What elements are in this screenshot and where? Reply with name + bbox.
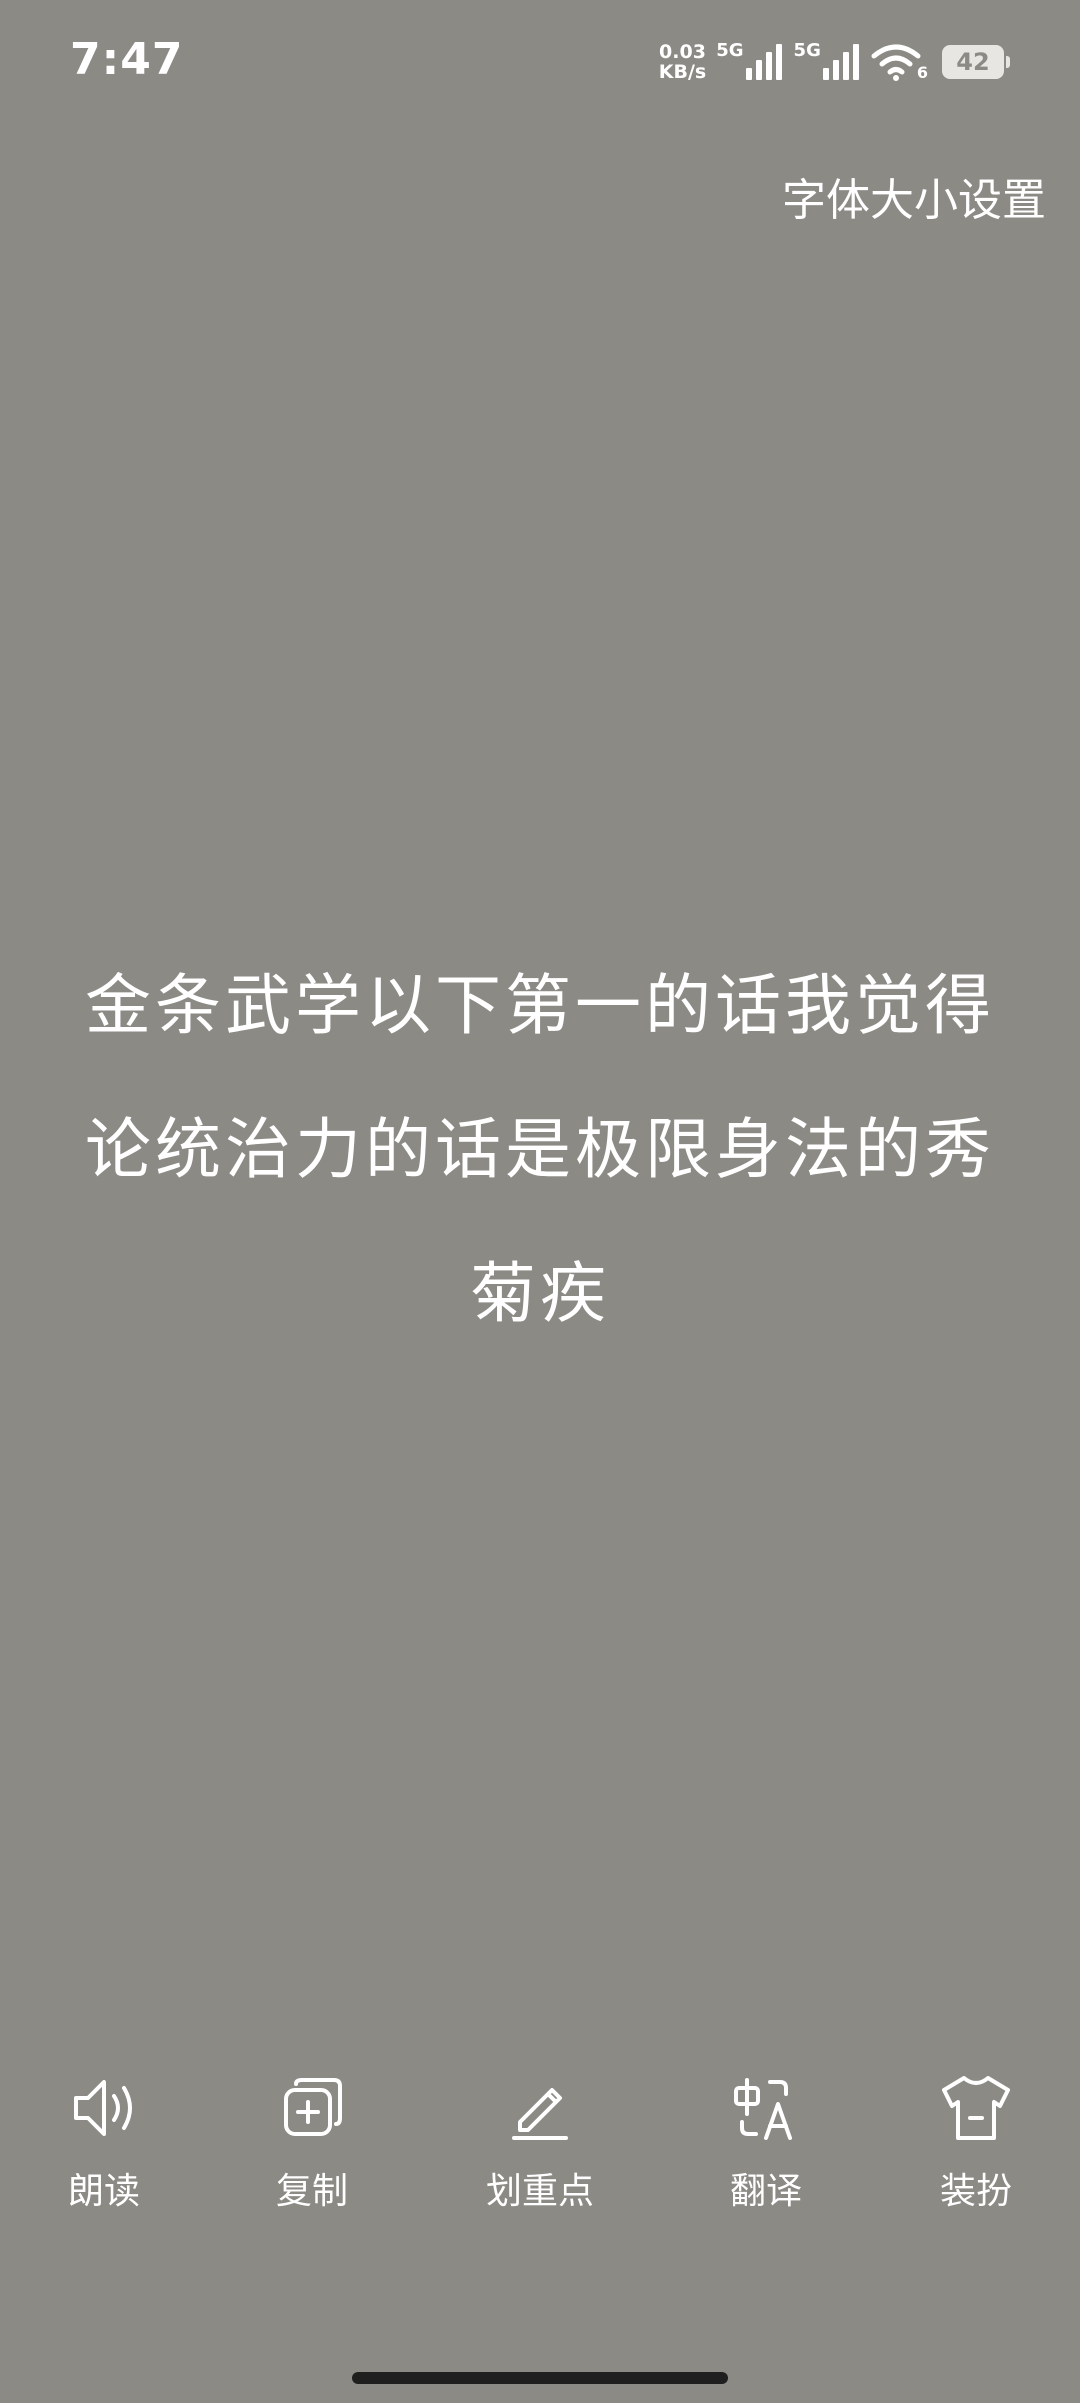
status-time: 7:47 (70, 34, 184, 85)
copy-button[interactable]: 复制 (232, 2070, 392, 2230)
pencil-icon (502, 2070, 578, 2146)
network-speed-value: 0.03 (659, 41, 706, 63)
dress-up-button[interactable]: 装扮 (896, 2070, 1056, 2230)
battery-level: 42 (956, 48, 990, 76)
highlight-label: 划重点 (485, 2171, 594, 2212)
home-indicator[interactable] (352, 2372, 728, 2384)
wifi-standard: 6 (916, 63, 928, 82)
text-display-area[interactable]: 金条武学以下第一的话我觉得论统治力的话是极限身法的秀菊疾 (56, 930, 1024, 1370)
status-icons: 0.03 KB/s 5G 5G 6 42 (659, 36, 1010, 88)
read-aloud-button[interactable]: 朗读 (24, 2070, 184, 2230)
tshirt-icon (938, 2070, 1014, 2146)
wifi-status: 6 (871, 42, 928, 82)
bottom-toolbar: 朗读 复制 划重点 翻译 装扮 (0, 2070, 1080, 2230)
signal-bars-icon (822, 44, 859, 80)
sim1-network-type: 5G (716, 40, 744, 61)
status-bar: 7:47 0.03 KB/s 5G 5G 6 42 (0, 0, 1080, 120)
sim1-signal: 5G (716, 42, 783, 82)
wifi-icon (871, 44, 921, 81)
translate-button[interactable]: 翻译 (686, 2070, 846, 2230)
copy-label: 复制 (275, 2171, 348, 2212)
font-size-setting-button[interactable]: 字体大小设置 (782, 164, 1046, 228)
translate-icon (728, 2070, 804, 2146)
network-speed: 0.03 KB/s (659, 42, 706, 82)
display-text[interactable]: 金条武学以下第一的话我觉得论统治力的话是极限身法的秀菊疾 (80, 934, 1000, 1366)
battery-icon: 42 (942, 45, 1010, 79)
sim2-network-type: 5G (793, 40, 821, 61)
sim2-signal: 5G (794, 42, 861, 82)
translate-label: 翻译 (729, 2171, 802, 2212)
copy-icon (274, 2070, 350, 2146)
dress-up-label: 装扮 (939, 2171, 1012, 2212)
network-speed-unit: KB/s (658, 61, 707, 83)
signal-bars-icon (745, 44, 782, 80)
read-aloud-label: 朗读 (67, 2171, 140, 2212)
speaker-icon (66, 2070, 142, 2146)
highlight-button[interactable]: 划重点 (460, 2070, 620, 2230)
